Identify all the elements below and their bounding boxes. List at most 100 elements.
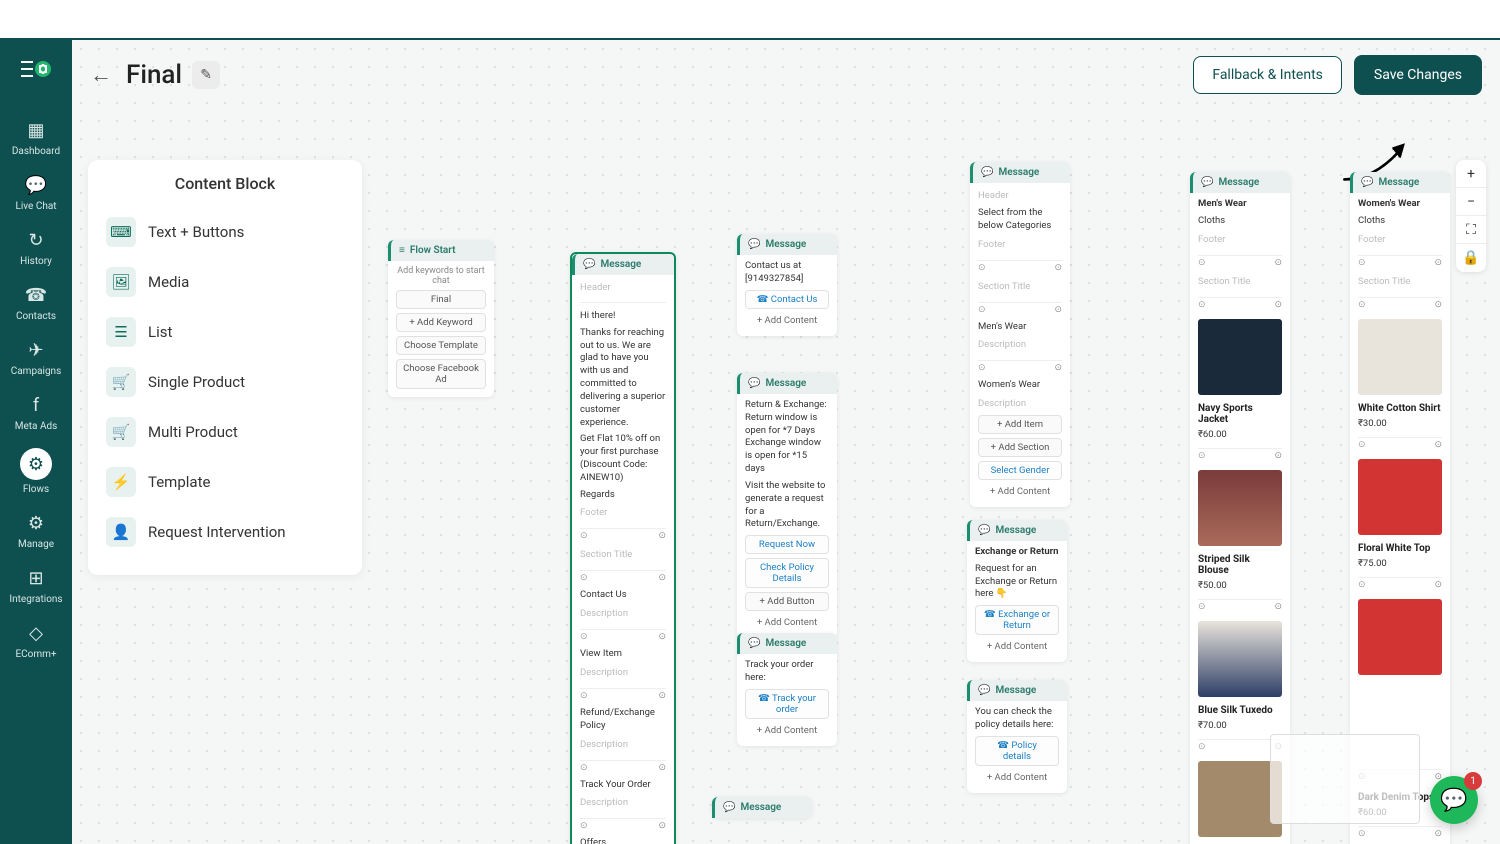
product-price: ₹60.00 (1198, 429, 1282, 440)
header-actions: Fallback & Intents Save Changes (1193, 55, 1482, 95)
content-block-title: Content Block (100, 174, 350, 193)
list-item[interactable]: Contact Us (580, 589, 666, 602)
product-image (1358, 319, 1442, 395)
minimap[interactable] (1270, 734, 1420, 824)
list-item[interactable]: Women's Wear (978, 379, 1062, 392)
chat-icon: 💬 (24, 173, 48, 197)
cart-icon: 🛒 (106, 367, 136, 397)
product-name: Blue Silk Tuxedo (1198, 705, 1282, 716)
node-msg-track[interactable]: 💬Message Track your order here: ☎ Track … (737, 633, 837, 746)
cb-single-product[interactable]: 🛒Single Product (100, 357, 350, 407)
node-msg-return[interactable]: 💬Message Return & Exchange: Return windo… (737, 373, 837, 638)
node-msg-policy[interactable]: 💬Message You can check the policy detail… (967, 680, 1067, 793)
nav-contacts[interactable]: ☎Contacts (0, 275, 72, 330)
product-name: Striped Silk Blouse (1198, 554, 1282, 576)
add-item-button[interactable]: + Add Item (978, 415, 1062, 434)
list-item[interactable]: View Item (580, 648, 666, 661)
choose-facebook-ad-button[interactable]: Choose Facebook Ad (396, 359, 486, 389)
sub-text: Cloths (1358, 215, 1442, 228)
footer-placeholder: Footer (1198, 232, 1282, 247)
nav-flows[interactable]: ⚙Flows (0, 440, 72, 503)
node-msg-categories[interactable]: 💬Message Header Select from the below Ca… (970, 162, 1070, 507)
body-text: Select from the below Categories (978, 207, 1062, 233)
request-now-button[interactable]: Request Now (745, 535, 829, 554)
chat-icon: 💬 (978, 685, 990, 696)
add-content-button[interactable]: + Add Content (975, 770, 1059, 785)
add-content-button[interactable]: + Add Content (745, 615, 829, 630)
zoom-out-button[interactable]: − (1456, 188, 1486, 216)
add-keyword-button[interactable]: + Add Keyword (396, 313, 486, 332)
history-icon: ↻ (24, 228, 48, 252)
grid-icon: ▦ (24, 118, 48, 142)
node-header: 💬Message (572, 254, 674, 275)
select-gender-button[interactable]: Select Gender (978, 461, 1062, 480)
fit-button[interactable]: ⛶ (1456, 216, 1486, 244)
add-section-button[interactable]: + Add Section (978, 438, 1062, 457)
add-content-button[interactable]: + Add Content (978, 484, 1062, 499)
keyword-chip[interactable]: Final (396, 290, 486, 309)
chat-icon: 💬 (748, 638, 760, 649)
section-title-placeholder: Section Title (1358, 274, 1442, 289)
choose-template-button[interactable]: Choose Template (396, 336, 486, 355)
chat-icon: 💬 (981, 167, 993, 178)
nav-integrations[interactable]: ⊞Integrations (0, 558, 72, 613)
cb-text-buttons[interactable]: ⌨Text + Buttons (100, 207, 350, 257)
nav-livechat[interactable]: 💬Live Chat (0, 165, 72, 220)
fallback-intents-button[interactable]: Fallback & Intents (1193, 56, 1342, 94)
product-price: ₹30.00 (1358, 418, 1442, 429)
heading-text: Men's Wear (1198, 198, 1282, 211)
body-text: Track your order here: (745, 659, 829, 685)
node-msg-exchange-return[interactable]: 💬Message Exchange or Return Request for … (967, 520, 1067, 662)
send-icon: ✈ (24, 338, 48, 362)
add-content-button[interactable]: + Add Content (745, 313, 829, 328)
page-title: Final (126, 60, 182, 90)
contact-us-button[interactable]: ☎ Contact Us (745, 290, 829, 309)
add-content-button[interactable]: + Add Content (975, 639, 1059, 654)
main-layout: ▦Dashboard 💬Live Chat ↻History ☎Contacts… (0, 40, 1500, 844)
nav-history[interactable]: ↻History (0, 220, 72, 275)
save-changes-button[interactable]: Save Changes (1354, 55, 1482, 95)
check-policy-button[interactable]: Check Policy Details (745, 558, 829, 588)
zoom-in-button[interactable]: + (1456, 160, 1486, 188)
node-msg-main[interactable]: 💬Message Header Hi there! Thanks for rea… (570, 252, 676, 844)
cb-list[interactable]: ☰List (100, 307, 350, 357)
node-msg-bottom[interactable]: 💬Message (712, 797, 812, 818)
workspace[interactable]: ← Final ✎ Fallback & Intents Save Change… (72, 40, 1500, 844)
list-item[interactable]: Track Your Order (580, 779, 666, 792)
bolt-icon: ⚡ (106, 467, 136, 497)
node-msg-contact[interactable]: 💬Message Contact us at [9149327854] ☎ Co… (737, 234, 837, 336)
section-title-placeholder: Section Title (1198, 274, 1282, 289)
policy-details-button[interactable]: ☎ Policy details (975, 736, 1059, 766)
body-text: You can check the policy details here: (975, 706, 1059, 732)
cb-template[interactable]: ⚡Template (100, 457, 350, 507)
list-item[interactable]: Refund/Exchange Policy (580, 707, 666, 733)
product-image (1198, 621, 1282, 697)
lock-button[interactable]: 🔒 (1456, 244, 1486, 272)
section-row: ⊙⊙ (580, 629, 666, 644)
cb-media[interactable]: 🖼Media (100, 257, 350, 307)
nav-metaads[interactable]: fMeta Ads (0, 385, 72, 440)
back-arrow-icon[interactable]: ← (90, 62, 112, 88)
nav-manage[interactable]: ⚙Manage (0, 503, 72, 558)
chat-icon: 💬 (748, 378, 760, 389)
placeholder-text: Add keywords to start chat (396, 266, 486, 286)
add-content-button[interactable]: + Add Content (745, 723, 829, 738)
nav-dashboard[interactable]: ▦Dashboard (0, 110, 72, 165)
offer-text: Get Flat 10% off on your first purchase … (580, 433, 666, 484)
regards-text: Regards (580, 489, 666, 502)
heading-text: Exchange or Return (975, 546, 1059, 559)
nav-ecomm[interactable]: ◇EComm+ (0, 613, 72, 668)
section-title-placeholder: Section Title (978, 279, 1062, 294)
exchange-return-button[interactable]: ☎ Exchange or Return (975, 605, 1059, 635)
track-order-button[interactable]: ☎ Track your order (745, 689, 829, 719)
list-item[interactable]: Offers (580, 837, 666, 844)
nav-campaigns[interactable]: ✈Campaigns (0, 330, 72, 385)
product-name: Navy Sports Jacket (1198, 403, 1282, 425)
node-flow-start[interactable]: ≡Flow Start Add keywords to start chat F… (388, 240, 494, 397)
list-item[interactable]: Men's Wear (978, 321, 1062, 334)
edit-title-button[interactable]: ✎ (192, 61, 220, 89)
cb-multi-product[interactable]: 🛒Multi Product (100, 407, 350, 457)
add-button-button[interactable]: + Add Button (745, 592, 829, 611)
cb-request-intervention[interactable]: 👤Request Intervention (100, 507, 350, 557)
intercom-chat-button[interactable]: 💬 1 (1430, 776, 1478, 824)
